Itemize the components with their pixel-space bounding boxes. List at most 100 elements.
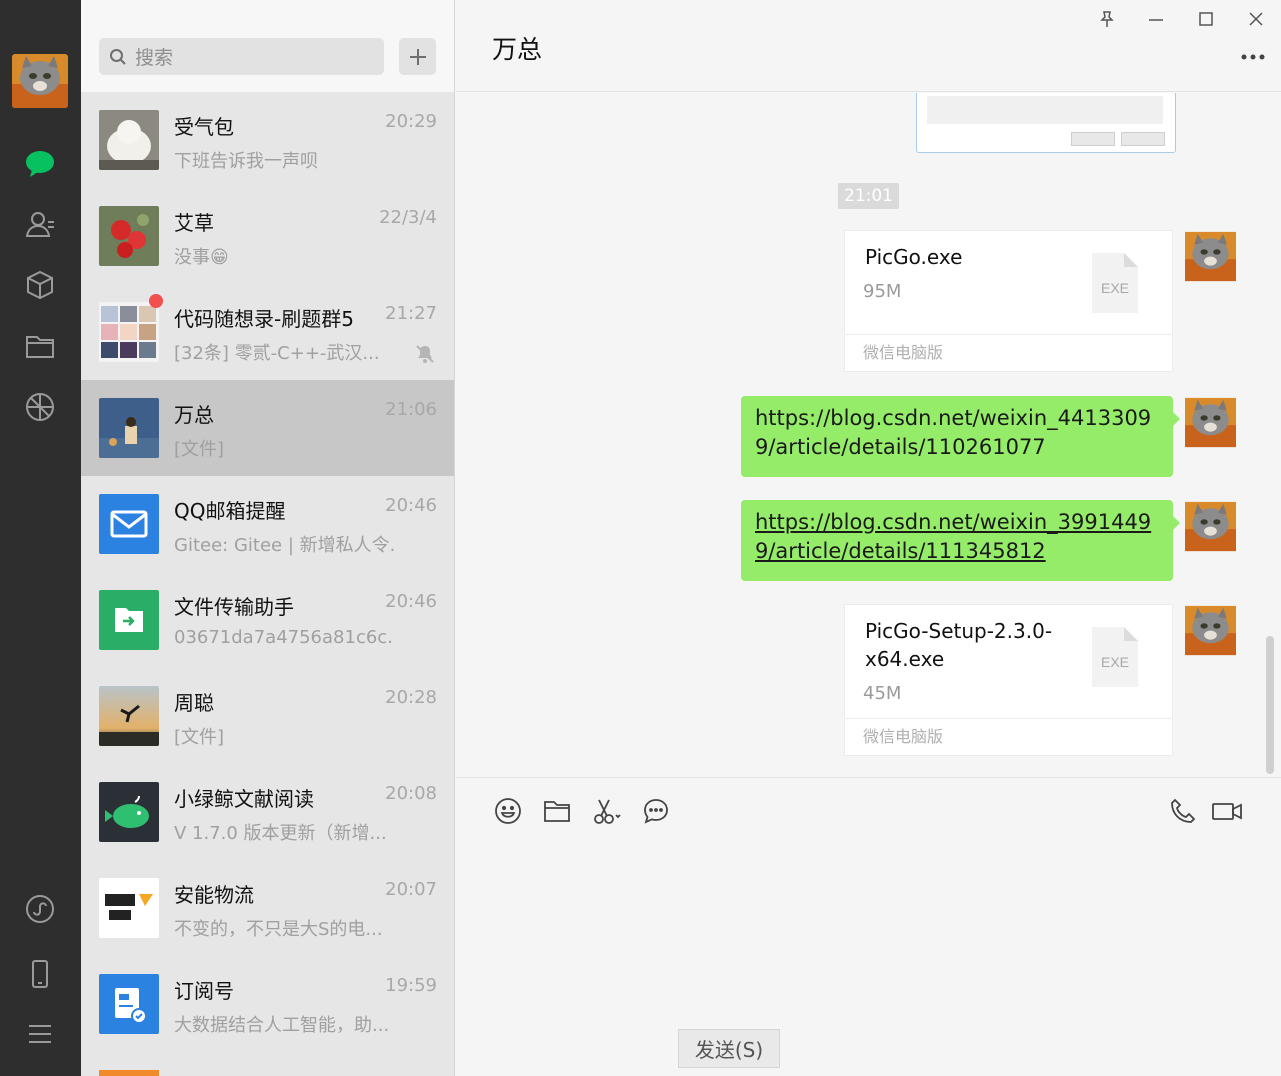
- sender-avatar[interactable]: [1185, 605, 1236, 656]
- conversation-header: 万总: [456, 0, 1281, 92]
- phone-icon[interactable]: [22, 956, 58, 992]
- chat-preview: [文件]: [174, 727, 225, 748]
- file-ext: EXE: [1101, 280, 1129, 296]
- link-message-bubble[interactable]: https://blog.csdn.net/weixin_39914499/ar…: [741, 500, 1180, 581]
- search-placeholder: 搜索: [135, 47, 174, 69]
- chat-item[interactable]: 订阅号 19:59 大数据结合人工智能，助...: [81, 956, 454, 1052]
- chat-history-icon[interactable]: [641, 796, 671, 826]
- chat-name: 订阅号: [174, 979, 234, 1003]
- file-source: 微信电脑版: [845, 334, 1172, 371]
- more-icon[interactable]: [1240, 46, 1266, 65]
- mail-app-avatar: [99, 494, 159, 554]
- chat-item[interactable]: 小绿鲸文献阅读 20:08 V 1.7.0 版本更新（新增...: [81, 764, 454, 860]
- file-ext: EXE: [1101, 654, 1129, 670]
- file-message-card[interactable]: PicGo-Setup-2.3.0-x64.exe 45M EXE 微信电脑版: [844, 604, 1173, 756]
- chat-time: 20:28: [385, 687, 437, 708]
- add-chat-button[interactable]: [399, 38, 436, 75]
- contacts-icon[interactable]: [22, 206, 58, 242]
- chat-preview: Gitee: Gitee | 新增私人令...: [174, 535, 394, 556]
- mute-icon: [415, 344, 435, 368]
- chat-item[interactable]: 代码随想录-刷题群5 21:27 [32条] 零贰-C++-武汉...: [81, 284, 454, 380]
- avatar: [99, 302, 159, 362]
- chat-time: 21:06: [385, 399, 437, 420]
- chat-time: 22/3/4: [379, 207, 437, 228]
- maximize-icon[interactable]: [1195, 8, 1217, 30]
- menu-icon[interactable]: [22, 1016, 58, 1052]
- chat-icon[interactable]: [22, 145, 58, 181]
- chat-preview: 03671da7a4756a81c6c...: [174, 627, 394, 648]
- emoji-icon[interactable]: [493, 796, 523, 826]
- chat-name: 安能物流: [174, 883, 254, 907]
- miniprogram-icon[interactable]: [22, 891, 58, 927]
- chat-item[interactable]: QQ邮箱提醒 20:46 Gitee: Gitee | 新增私人令...: [81, 476, 454, 572]
- chat-preview: 没事😁: [174, 247, 229, 268]
- chat-item[interactable]: 安能物流 20:07 不变的，不只是大S的电...: [81, 860, 454, 956]
- chat-name: 文件传输助手: [174, 595, 294, 619]
- pin-icon[interactable]: [1096, 8, 1118, 30]
- sender-avatar[interactable]: [1185, 397, 1236, 448]
- chat-name: QQ邮箱提醒: [174, 499, 286, 523]
- chat-time: 19:59: [385, 975, 437, 996]
- screenshot-image-message[interactable]: [916, 93, 1176, 153]
- files-icon[interactable]: [22, 328, 58, 364]
- chat-preview: 大数据结合人工智能，助...: [174, 1015, 390, 1036]
- sender-avatar[interactable]: [1185, 231, 1236, 282]
- conversation-title: 万总: [492, 35, 543, 64]
- message-timestamp: 21:01: [838, 183, 899, 209]
- video-call-icon[interactable]: [1211, 796, 1243, 826]
- file-size: 95M: [863, 281, 902, 302]
- chat-name: 万总: [174, 403, 214, 427]
- minimize-icon[interactable]: [1145, 8, 1167, 30]
- moments-icon[interactable]: [22, 389, 58, 425]
- file-name: PicGo.exe: [865, 245, 963, 269]
- close-icon[interactable]: [1245, 8, 1267, 30]
- chat-item[interactable]: 艾草 22/3/4 没事😁: [81, 188, 454, 284]
- chat-name: 周聪: [174, 691, 214, 715]
- favorites-icon[interactable]: [22, 267, 58, 303]
- chat-preview: [32条] 零贰-C++-武汉...: [174, 343, 380, 364]
- file-name: PicGo-Setup-2.3.0-x64.exe: [865, 619, 1053, 671]
- sender-avatar[interactable]: [1185, 501, 1236, 552]
- avatar: [99, 398, 159, 458]
- avatar: [99, 206, 159, 266]
- screenshot-icon[interactable]: [592, 796, 622, 826]
- message-list: 21:01 PicGo.exe 95M EXE 微信电脑版 https://bl…: [456, 93, 1281, 776]
- exe-file-icon: EXE: [1092, 627, 1138, 687]
- chat-item[interactable]: 受气包 20:29 下班告诉我一声呗: [81, 92, 454, 188]
- conversation-panel: 万总 21:01 PicGo.exe 95M EXE 微信电脑版 https:/…: [456, 0, 1281, 1076]
- file-transfer-avatar: [99, 590, 159, 650]
- chat-time: 20:07: [385, 879, 437, 900]
- chat-list-panel: 搜索 受气包 20:29 下班告诉我一声呗 艾草 22/3/4 没事😁 代码随想…: [81, 0, 455, 1076]
- plus-icon: [409, 48, 426, 65]
- chat-time: 20:29: [385, 111, 437, 132]
- chat-name: 代码随想录-刷题群5: [174, 307, 354, 331]
- chat-preview: V 1.7.0 版本更新（新增...: [174, 823, 387, 844]
- subscriptions-avatar: [99, 974, 159, 1034]
- chat-preview: [文件]: [174, 439, 225, 460]
- nav-rail: [0, 0, 81, 1076]
- message-scrollbar[interactable]: [1266, 636, 1274, 774]
- avatar: [99, 686, 159, 746]
- file-size: 45M: [863, 683, 902, 704]
- chat-time: 20:46: [385, 591, 437, 612]
- chat-name: 小绿鲸文献阅读: [174, 787, 314, 811]
- chat-item[interactable]: 周聪 20:28 [文件]: [81, 668, 454, 764]
- chat-item[interactable]: 文件传输助手 20:46 03671da7a4756a81c6c...: [81, 572, 454, 668]
- file-message-card[interactable]: PicGo.exe 95M EXE 微信电脑版: [844, 230, 1173, 372]
- avatar: [99, 110, 159, 170]
- search-input[interactable]: 搜索: [99, 38, 384, 75]
- chat-time: 21:27: [385, 303, 437, 324]
- text-message-bubble[interactable]: https://blog.csdn.net/weixin_44133099/ar…: [741, 396, 1180, 477]
- chat-name: 受气包: [174, 115, 234, 139]
- message-input[interactable]: [456, 838, 1281, 1018]
- file-source: 微信电脑版: [845, 718, 1172, 755]
- search-icon: [110, 48, 126, 65]
- exe-file-icon: EXE: [1092, 253, 1138, 313]
- voice-call-icon[interactable]: [1168, 796, 1198, 826]
- folder-icon[interactable]: [542, 796, 572, 826]
- my-avatar[interactable]: [12, 54, 68, 108]
- send-button[interactable]: 发送(S): [678, 1029, 780, 1068]
- chat-item-active[interactable]: 万总 21:06 [文件]: [81, 380, 454, 476]
- chat-preview: 不变的，不只是大S的电...: [174, 919, 383, 940]
- next-chat-avatar-peek: [99, 1070, 159, 1076]
